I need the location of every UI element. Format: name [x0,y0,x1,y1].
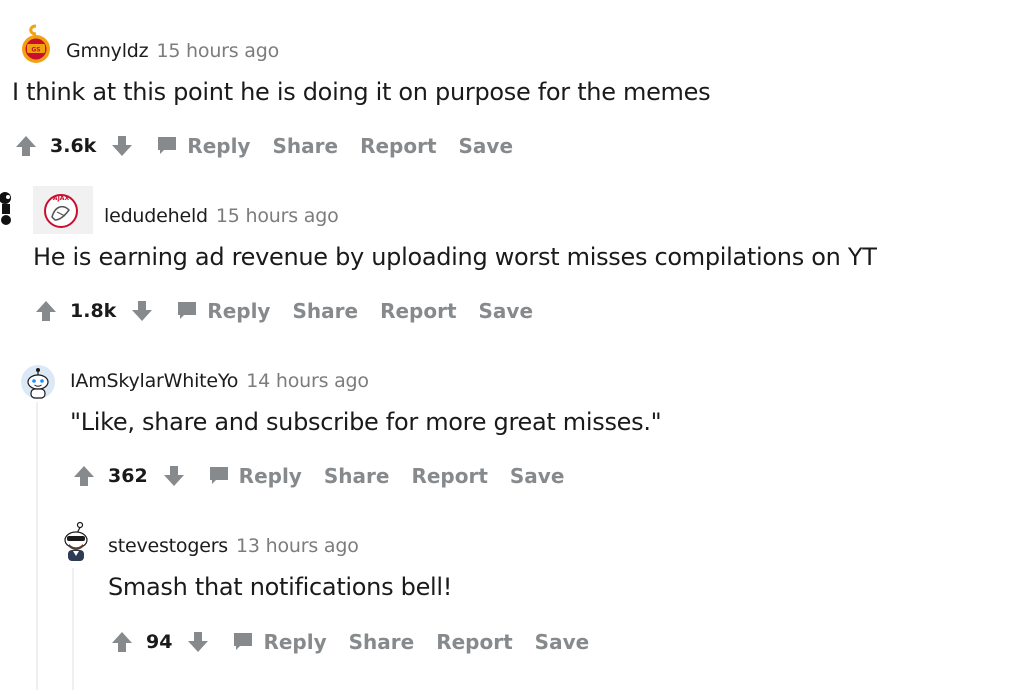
share-button[interactable]: Share [272,134,338,158]
reply-label: Reply [238,464,302,488]
username[interactable]: stevestogers [108,535,228,557]
username[interactable]: ledudeheld [104,205,208,227]
comment-actions: 94 Reply Share Report Save [110,630,611,654]
timestamp[interactable]: 14 hours ago [246,370,369,392]
share-button[interactable]: Share [324,464,390,488]
username[interactable]: IAmSkylarWhiteYo [70,370,238,392]
reply-button[interactable]: Reply [156,134,250,158]
reply-label: Reply [187,134,251,158]
svg-text:GS: GS [31,47,40,54]
save-button[interactable]: Save [535,630,590,654]
report-button[interactable]: Report [380,299,456,323]
reply-label: Reply [263,630,327,654]
comment-actions: 1.8k Reply Share Report Save [34,299,555,323]
share-button[interactable]: Share [292,299,358,323]
report-button[interactable]: Report [411,464,487,488]
reply-button[interactable]: Reply [208,464,302,488]
timestamp[interactable]: 13 hours ago [236,535,359,557]
timestamp[interactable]: 15 hours ago [216,205,339,227]
upvote-icon[interactable] [34,299,58,323]
comment-actions: 362 Reply Share Report Save [72,464,586,488]
partial-avatar [0,190,18,232]
vote-score: 94 [146,631,173,653]
comment-text: I think at this point he is doing it on … [12,78,711,106]
comment-bubble-icon [232,631,254,653]
upvote-icon[interactable] [72,464,96,488]
thread-line[interactable] [36,402,38,690]
vote-score: 3.6k [50,135,97,157]
vote-score: 1.8k [70,300,117,322]
downvote-icon[interactable] [162,464,186,488]
comment-actions: 3.6k Reply Share Report Save [14,134,535,158]
downvote-icon[interactable] [110,134,134,158]
upvote-icon[interactable] [110,630,134,654]
report-button[interactable]: Report [436,630,512,654]
comment-text: Smash that notifications bell! [108,573,453,601]
username[interactable]: Gmnyldz [66,40,149,62]
save-button[interactable]: Save [459,134,514,158]
reply-button[interactable]: Reply [176,299,270,323]
comment-bubble-icon [156,135,178,157]
report-button[interactable]: Report [360,134,436,158]
comment-bubble-icon [176,300,198,322]
thread-line[interactable] [72,568,74,690]
downvote-icon[interactable] [186,630,210,654]
vote-score: 362 [108,465,148,487]
snoo-sunglasses-avatar-icon[interactable] [56,520,96,564]
save-button[interactable]: Save [510,464,565,488]
upvote-icon[interactable] [14,134,38,158]
timestamp[interactable]: 15 hours ago [156,40,279,62]
reply-label: Reply [207,299,271,323]
reply-button[interactable]: Reply [232,630,327,654]
comment-text: "Like, share and subscribe for more grea… [70,408,662,436]
downvote-icon[interactable] [130,299,154,323]
comment-text: He is earning ad revenue by uploading wo… [33,243,877,271]
comment-bubble-icon [208,465,230,487]
share-button[interactable]: Share [349,630,415,654]
galatasaray-crest-icon[interactable]: GS [18,22,54,66]
svg-text:AJAX: AJAX [53,195,70,202]
save-button[interactable]: Save [479,299,534,323]
ajax-crest-icon[interactable]: AJAX [33,186,93,234]
snoo-avatar-icon[interactable] [20,364,56,400]
